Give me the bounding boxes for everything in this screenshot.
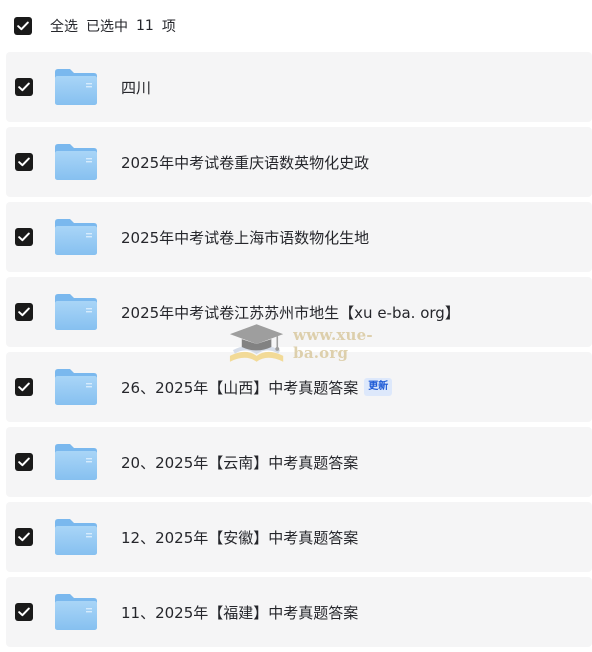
row-checkbox[interactable] xyxy=(15,453,33,471)
selected-count: 11 xyxy=(136,18,154,34)
folder-icon xyxy=(55,444,97,480)
update-badge: 更新 xyxy=(364,378,393,396)
select-all-checkbox[interactable] xyxy=(14,17,32,35)
selected-prefix: 已选中 xyxy=(86,19,128,35)
folder-row[interactable]: 2025年中考试卷上海市语数物化生地 xyxy=(6,202,592,272)
folder-row[interactable]: 2025年中考试卷重庆语数英物化史政 xyxy=(6,127,592,197)
checkmark-icon xyxy=(18,457,30,467)
row-checkbox[interactable] xyxy=(15,153,33,171)
row-checkbox[interactable] xyxy=(15,378,33,396)
folder-row[interactable]: 12、2025年【安徽】中考真题答案 xyxy=(6,502,592,572)
folder-name: 2025年中考试卷上海市语数物化生地 xyxy=(121,228,370,247)
checkmark-icon xyxy=(18,382,30,392)
row-checkbox[interactable] xyxy=(15,228,33,246)
row-checkbox[interactable] xyxy=(15,303,33,321)
folder-icon xyxy=(55,594,97,630)
select-all-label[interactable]: 全选 xyxy=(50,16,78,36)
checkmark-icon xyxy=(18,232,30,242)
folder-row[interactable]: 11、2025年【福建】中考真题答案 xyxy=(6,577,592,647)
checkmark-icon xyxy=(18,532,30,542)
folder-name: 12、2025年【安徽】中考真题答案 xyxy=(121,528,359,547)
folder-name: 2025年中考试卷重庆语数英物化史政 xyxy=(121,153,370,172)
folder-icon xyxy=(55,69,97,105)
folder-name: 20、2025年【云南】中考真题答案 xyxy=(121,453,359,472)
row-checkbox[interactable] xyxy=(15,78,33,96)
folder-name: 26、2025年【山西】中考真题答案 xyxy=(121,378,359,397)
row-checkbox[interactable] xyxy=(15,603,33,621)
selected-suffix: 项 xyxy=(161,19,176,35)
folder-icon xyxy=(55,369,97,405)
checkmark-icon xyxy=(18,82,30,92)
folder-icon xyxy=(55,519,97,555)
folder-icon xyxy=(55,294,97,330)
folder-row[interactable]: 四川 xyxy=(6,52,592,122)
selection-summary: 全选 已选中 11 项 xyxy=(50,16,184,36)
folder-row[interactable]: 20、2025年【云南】中考真题答案 xyxy=(6,427,592,497)
checkmark-icon xyxy=(17,21,29,31)
checkmark-icon xyxy=(18,607,30,617)
folder-row[interactable]: 2025年中考试卷江苏苏州市地生【xu e-ba. org】 xyxy=(6,277,592,347)
checkmark-icon xyxy=(18,157,30,167)
checkmark-icon xyxy=(18,307,30,317)
row-checkbox[interactable] xyxy=(15,528,33,546)
folder-row[interactable]: 26、2025年【山西】中考真题答案 更新 xyxy=(6,352,592,422)
folder-name: 11、2025年【福建】中考真题答案 xyxy=(121,603,359,622)
folder-name: 2025年中考试卷江苏苏州市地生【xu e-ba. org】 xyxy=(121,303,460,322)
folder-icon xyxy=(55,144,97,180)
folder-list: 四川 2025年中考试卷重庆语数英物化史政 2025年中考试卷上海市语数物化生地 20… xyxy=(6,52,592,652)
folder-name: 四川 xyxy=(121,78,152,97)
folder-icon xyxy=(55,219,97,255)
selection-header: 全选 已选中 11 项 xyxy=(0,0,592,52)
